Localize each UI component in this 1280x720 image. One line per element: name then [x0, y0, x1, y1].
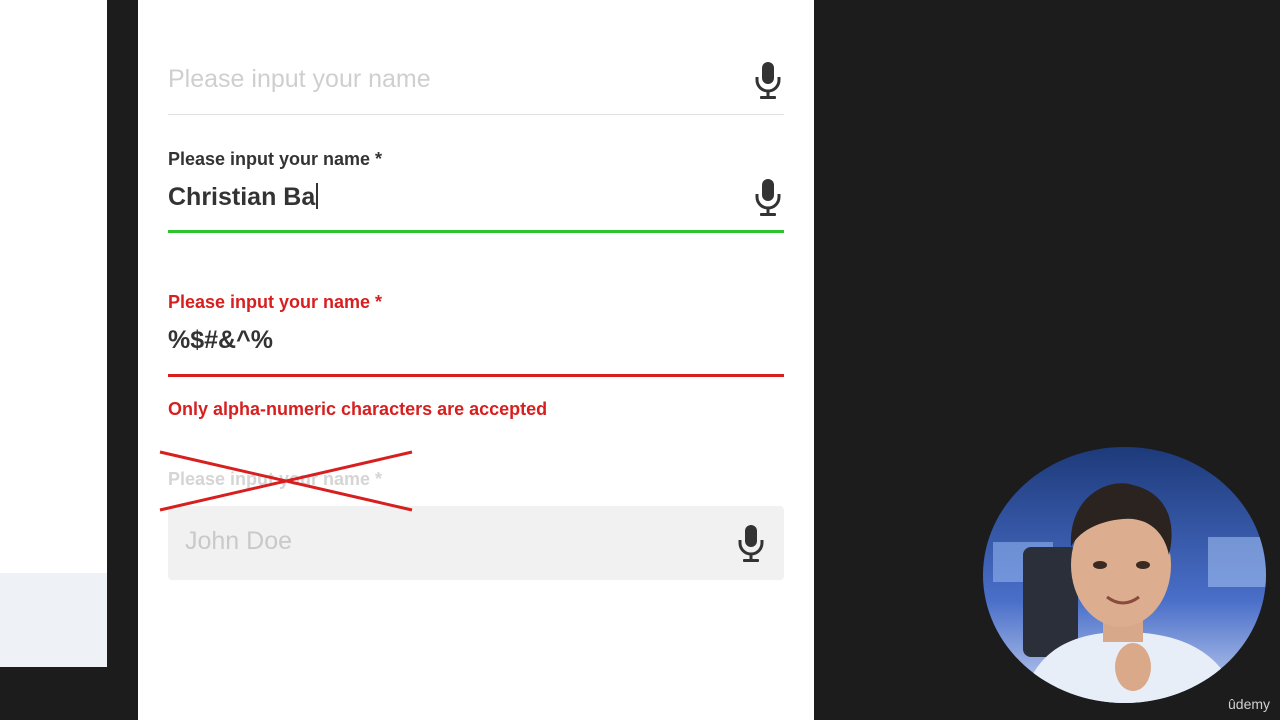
- name-input[interactable]: Christian Ba: [168, 183, 319, 212]
- error-message: Only alpha-numeric characters are accept…: [168, 399, 548, 419]
- input-value: Christian Ba: [168, 183, 316, 211]
- name-input-placeholder[interactable]: Please input your name: [168, 65, 431, 94]
- name-input[interactable]: %$#&^%: [168, 326, 273, 355]
- field-label: Please input your name *: [168, 149, 383, 169]
- microphone-icon[interactable]: [753, 177, 783, 217]
- microphone-icon: [736, 523, 766, 563]
- input-underline-success: [168, 230, 784, 233]
- disabled-input-placeholder: John Doe: [185, 527, 293, 555]
- left-app-panel: [0, 0, 107, 667]
- presenter-webcam: [983, 447, 1266, 703]
- name-field-default[interactable]: Please input your name: [168, 55, 784, 120]
- name-field-focused[interactable]: Please input your name * Christian Ba: [168, 145, 784, 240]
- microphone-icon[interactable]: [753, 60, 783, 100]
- name-field-error[interactable]: Please input your name * %$#&^% Only alp…: [168, 288, 784, 428]
- field-label-error: Please input your name *: [168, 292, 383, 312]
- form-card: Please input your name Please input your…: [138, 0, 814, 720]
- left-panel-footer: [0, 573, 107, 667]
- input-underline-error: [168, 374, 784, 377]
- cross-out-mark: [159, 450, 413, 512]
- udemy-watermark: ûdemy: [1228, 696, 1271, 712]
- text-caret: [316, 183, 319, 209]
- input-underline: [168, 114, 784, 115]
